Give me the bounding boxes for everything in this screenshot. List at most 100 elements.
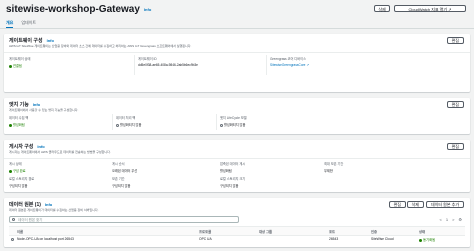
- field-label: 압축된 데이터 게시: [220, 162, 246, 166]
- cloudwatch-metrics-button[interactable]: CloudWatch 지표 열기 ↗: [394, 5, 466, 12]
- status-text: 동기화됨: [423, 238, 436, 242]
- cell-status: 동기화됨: [419, 237, 435, 242]
- field-label: 게이트웨이 ID: [138, 57, 157, 61]
- greengrass-core-link[interactable]: SitewiseGreengrassCore ↗: [270, 63, 309, 67]
- greengrass-core-field: Greengrass 코어 디바이스 SitewiseGreengrassCor…: [270, 56, 309, 67]
- field-value: 구성되지 않음: [9, 184, 28, 188]
- card-title: 데이터 원본 (1) Info: [9, 201, 52, 208]
- search-placeholder: 데이터 원본 찾기: [18, 218, 43, 222]
- card-description: 데이터 원본은 게이트웨이가 데이터를 수집하는 산업용 장비 서버입니다.: [9, 208, 99, 212]
- field-label: 최대 보존 기간: [324, 162, 344, 166]
- tab-divider: [0, 28, 474, 29]
- data-collection-pack-field: 데이터 수집 팩 활성화됨: [9, 115, 28, 127]
- publish-status-field: 게시 상태 구성 완료: [9, 161, 26, 173]
- table-row[interactable]: Node-OPC-UA on localhost port 26543 OPC …: [9, 235, 465, 243]
- info-link[interactable]: Info: [47, 38, 54, 43]
- field-label: 보존 기간: [112, 177, 125, 181]
- edit-button[interactable]: 편집: [446, 143, 464, 150]
- status-text: 활성화되지 않음: [120, 123, 142, 127]
- external-link-icon: ↗: [306, 63, 309, 67]
- delete-button[interactable]: 삭제: [406, 201, 424, 208]
- info-link[interactable]: Info: [144, 7, 151, 12]
- row-select-radio[interactable]: [11, 237, 14, 241]
- card-title: 게이트웨이 구성 Info: [9, 37, 54, 44]
- status-text: 구성 완료: [13, 169, 26, 173]
- field-value: 구성되지 않음: [112, 184, 131, 188]
- field-value: 활성화됨: [220, 169, 232, 173]
- column-divider: [216, 114, 217, 130]
- check-circle-icon: [9, 169, 12, 173]
- publisher-config-card: 게시자 구성 Info 게시자는 게이트웨이에서 AWS 클라우드로 데이터를 전…: [4, 140, 470, 192]
- edge-capabilities-card: 엣지 기능 Info 게이트웨이에서 사용할 수 있는 엣지 기능을 구성합니다.…: [4, 98, 470, 134]
- edit-button[interactable]: 편집: [388, 201, 406, 208]
- search-input[interactable]: 데이터 원본 찾기: [9, 216, 239, 223]
- edit-button[interactable]: 편집: [446, 37, 464, 44]
- check-circle-icon: [9, 64, 12, 68]
- page-number[interactable]: 1: [446, 217, 448, 222]
- field-value: 무제한: [324, 169, 333, 173]
- card-description: AWS IoT SiteWise 게이트웨이는 산업용 장비와 데이터 소스 간…: [9, 44, 192, 48]
- local-storage-size-field: 로컬 스토리지 크기 구성되지 않음: [220, 176, 245, 188]
- divider: [4, 158, 470, 159]
- field-value: dd5e0f38-ae65-408a-9846-2ab5b6ec9b3e: [138, 63, 198, 67]
- field-label: 엣지 LifeCycle 모델: [220, 116, 247, 120]
- column-header-port[interactable]: 포트: [329, 229, 335, 234]
- edit-button[interactable]: 편집: [446, 101, 464, 108]
- previous-page-button[interactable]: <: [439, 217, 441, 222]
- edge-lifecycle-field: 엣지 LifeCycle 모델 활성화되지 않음: [220, 115, 247, 127]
- cell-protocol: OPC UA: [199, 237, 212, 241]
- field-label: Greengrass 코어 디바이스: [270, 57, 307, 61]
- publish-order-field: 게시 순서 오래된 데이터 우선: [112, 161, 137, 173]
- local-storage-path-field: 로컬 스토리지 경로 구성되지 않음: [9, 176, 34, 188]
- card-title: 게시자 구성 Info: [9, 143, 45, 150]
- external-link-icon: ↗: [448, 7, 452, 12]
- max-retention-field: 최대 보존 기간 무제한: [324, 161, 343, 173]
- column-divider: [266, 55, 267, 75]
- check-circle-icon: [9, 123, 12, 127]
- cloudwatch-label: CloudWatch 지표 열기: [408, 7, 448, 12]
- retention-period-field: 보존 기간 구성되지 않음: [112, 176, 130, 188]
- column-header-auth[interactable]: 인증: [371, 229, 377, 234]
- tab-bar: 개요 업데이트: [6, 18, 36, 28]
- field-value: 활성화됨: [9, 122, 28, 127]
- compressed-publish-field: 압축된 데이터 게시 활성화됨: [220, 161, 245, 173]
- tab-updates[interactable]: 업데이트: [21, 18, 36, 28]
- gateway-id-field: 게이트웨이 ID dd5e0f38-ae65-408a-9846-2ab5b6e…: [138, 56, 198, 67]
- field-label: 로컬 스토리지 경로: [9, 177, 35, 181]
- status-text: 활성화됨: [13, 123, 25, 127]
- field-value: 오래된 데이터 우선: [112, 169, 138, 173]
- field-value: 구성되지 않음: [220, 184, 239, 188]
- disabled-circle-icon: [220, 123, 223, 127]
- field-label: 게시 상태: [9, 162, 22, 166]
- info-link[interactable]: Info: [45, 202, 52, 207]
- column-header-name[interactable]: 이름: [17, 229, 23, 234]
- data-processing-pack-field: 데이터 처리 팩 활성화되지 않음: [116, 115, 141, 127]
- card-description: 게시자는 게이트웨이에서 AWS 클라우드로 데이터를 전송하는 방법을 구성합…: [9, 150, 111, 154]
- field-label: 게시 순서: [112, 162, 125, 166]
- link-text: SitewiseGreengrassCore: [270, 63, 306, 67]
- divider: [4, 52, 470, 53]
- search-icon: [12, 218, 15, 222]
- column-header-status[interactable]: 상태: [419, 229, 425, 234]
- delete-button[interactable]: 삭제: [374, 5, 390, 12]
- field-label: 로컬 스토리지 크기: [220, 177, 246, 181]
- field-value: 연결됨: [9, 63, 30, 68]
- gear-icon[interactable]: ⚙: [458, 217, 462, 222]
- column-header-protocol[interactable]: 프로토콜: [199, 229, 211, 234]
- column-divider: [112, 114, 113, 130]
- card-title: 엣지 기능 Info: [9, 101, 40, 108]
- field-label: 데이터 처리 팩: [116, 116, 136, 120]
- field-label: 데이터 수집 팩: [9, 116, 29, 120]
- info-link[interactable]: Info: [37, 144, 44, 149]
- field-value: 활성화되지 않음: [220, 122, 247, 127]
- add-data-source-button[interactable]: 데이터 원본 추가: [426, 201, 464, 208]
- column-header-target[interactable]: 대상 그룹: [259, 229, 272, 234]
- info-link[interactable]: Info: [33, 102, 40, 107]
- status-text: 연결됨: [13, 64, 22, 68]
- tab-overview[interactable]: 개요: [6, 18, 14, 28]
- next-page-button[interactable]: >: [452, 217, 454, 222]
- data-sources-card: 데이터 원본 (1) Info 데이터 원본은 게이트웨이가 데이터를 수집하는 …: [4, 198, 470, 247]
- card-description: 게이트웨이에서 사용할 수 있는 엣지 기능을 구성합니다.: [9, 108, 79, 112]
- check-circle-icon: [419, 238, 422, 242]
- cell-auth: SiteWise Cloud: [371, 237, 394, 241]
